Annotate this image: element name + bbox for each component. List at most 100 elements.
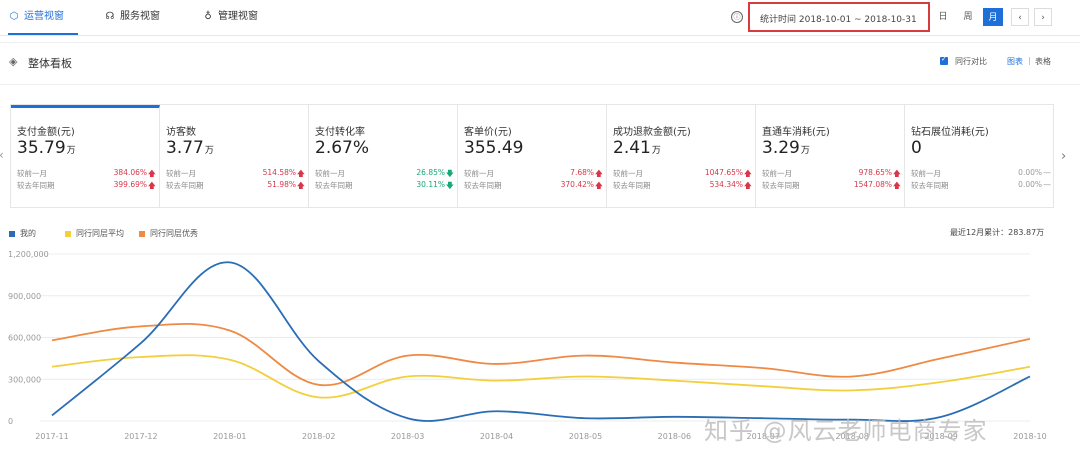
carousel-right-icon[interactable]: › — [1061, 149, 1066, 164]
x-tick-label: 2018-01 — [213, 432, 246, 441]
x-tick-label: 2018-03 — [391, 432, 424, 441]
tab-service[interactable]: ☊ 服务视窗 — [104, 0, 184, 33]
metric-label: 支付金额(元) — [17, 127, 75, 138]
section-title: 整体看板 — [28, 57, 72, 70]
series-line-0[interactable] — [51, 261, 1031, 422]
key-icon: ♁ — [204, 11, 212, 22]
info-icon[interactable]: ⓘ — [731, 11, 743, 23]
compare-label[interactable]: 同行对比 — [955, 56, 987, 67]
metric-label: 钻石展位消耗(元) — [911, 127, 989, 138]
compare-prev-label: 较前一月 — [762, 169, 792, 178]
legend-swatch — [65, 230, 71, 237]
compare-prev-value: 384.06% — [113, 168, 147, 177]
x-tick-label: 2017-12 — [124, 432, 157, 441]
y-tick-label: 0 — [8, 417, 13, 426]
metric-card[interactable]: 支付金额(元) 35.79万 较前一月 384.06% 🡅 较去年同期 399.69% 🡅 — [11, 105, 160, 207]
metric-label: 支付转化率 — [315, 127, 365, 138]
legend-item-mine[interactable]: 我的 — [9, 228, 36, 239]
headset-icon: ☊ — [105, 11, 115, 22]
metric-label: 客单价(元) — [464, 127, 512, 138]
compare-checkbox[interactable] — [940, 55, 948, 65]
metric-value: 2.67% — [315, 138, 370, 158]
view-chart-link[interactable]: 图表 — [1007, 56, 1023, 67]
metric-value: 3.77万 — [166, 138, 214, 158]
divider — [0, 84, 1080, 85]
trend-flat-icon: — — [1043, 168, 1051, 177]
x-tick-label: 2018-10 — [1013, 432, 1046, 441]
tab-management[interactable]: ♁ 管理视窗 — [202, 0, 282, 33]
metric-number: 2.41 — [613, 138, 651, 158]
trend-down-icon: 🡇 — [445, 181, 454, 190]
legend-label: 同行同层平均 — [76, 229, 124, 238]
compare-prev-value: 1047.65% — [704, 168, 743, 177]
compare-prev-value: 26.85% — [416, 168, 445, 177]
metric-value: 0 — [911, 138, 923, 158]
metric-card[interactable]: 客单价(元) 355.49 较前一月 7.68% 🡅 较去年同期 370.42% 🡅 — [458, 105, 607, 207]
metric-number: 3.29 — [762, 138, 800, 158]
metric-label: 成功退款金额(元) — [613, 127, 691, 138]
compare-yoy-label: 较去年同期 — [17, 181, 55, 190]
carousel-left-icon[interactable]: ‹ — [0, 148, 4, 162]
period-prev-button[interactable]: ‹ — [1011, 8, 1029, 26]
x-tick-label: 2018-02 — [302, 432, 335, 441]
legend-label: 同行同层优秀 — [150, 229, 198, 238]
trend-up-icon: 🡅 — [743, 181, 752, 190]
x-tick-label: 2018-04 — [480, 432, 513, 441]
compare-prev-value: 978.65% — [858, 168, 892, 177]
hexagon-icon: ⬡ — [9, 11, 19, 22]
metric-number: 0 — [911, 138, 922, 158]
compare-yoy-value: 0.00% — [1018, 180, 1042, 189]
trend-flat-icon: — — [1043, 180, 1051, 189]
legend-swatch — [9, 230, 15, 237]
series-line-2[interactable] — [51, 322, 1031, 387]
period-text[interactable]: 统计时间 2018-10-01 ~ 2018-10-31 — [760, 12, 917, 25]
metric-card[interactable]: 钻石展位消耗(元) 0 较前一月 0.00% — 较去年同期 0.00% — — [905, 105, 1054, 207]
metric-unit: 万 — [800, 146, 810, 156]
compare-prev-label: 较前一月 — [911, 169, 941, 178]
metric-unit: 万 — [651, 146, 661, 156]
legend-item-average[interactable]: 同行同层平均 — [65, 228, 124, 239]
trend-up-icon: 🡅 — [594, 181, 603, 190]
view-table-link[interactable]: 表格 — [1035, 56, 1051, 67]
series-line-1[interactable] — [51, 354, 1031, 399]
legend-swatch — [139, 230, 145, 237]
compare-yoy-label: 较去年同期 — [166, 181, 204, 190]
metric-card[interactable]: 支付转化率 2.67% 较前一月 26.85% 🡇 较去年同期 30.11% 🡇 — [309, 105, 458, 207]
x-tick-label: 2018-05 — [569, 432, 602, 441]
metric-value: 2.41万 — [613, 138, 661, 158]
compare-yoy-value: 534.34% — [709, 180, 743, 189]
compare-yoy-value: 1547.08% — [853, 180, 892, 189]
period-day-button[interactable]: 日 — [934, 8, 952, 26]
compare-prev-label: 较前一月 — [464, 169, 494, 178]
metric-number: 2.67% — [315, 138, 370, 158]
tab-operations[interactable]: ⬡ 运营视窗 — [8, 0, 78, 35]
period-week-button[interactable]: 周 — [957, 8, 979, 26]
period-month-button[interactable]: 月 — [983, 8, 1003, 26]
metric-unit: 万 — [204, 146, 214, 156]
compare-prev-value: 0.00% — [1018, 168, 1042, 177]
compare-yoy-label: 较去年同期 — [613, 181, 651, 190]
compare-prev-value: 514.58% — [262, 168, 296, 177]
legend-label: 我的 — [20, 229, 36, 238]
y-tick-label: 1,200,000 — [8, 250, 49, 259]
top-nav-bar: ⬡ 运营视窗 ☊ 服务视窗 ♁ 管理视窗 ⓘ 统计时间 2018-10-01 ~ 20… — [0, 0, 1080, 36]
tab-management-label: 管理视窗 — [218, 11, 258, 22]
metric-card[interactable]: 访客数 3.77万 较前一月 514.58% 🡅 较去年同期 51.98% 🡅 — [160, 105, 309, 207]
legend-item-excellent[interactable]: 同行同层优秀 — [139, 228, 198, 239]
y-tick-label: 300,000 — [8, 375, 41, 384]
metric-value: 355.49 — [464, 138, 524, 158]
metrics-panel: 支付金额(元) 35.79万 较前一月 384.06% 🡅 较去年同期 399.69% 🡅 访客… — [10, 104, 1054, 208]
compare-yoy-value: 370.42% — [560, 180, 594, 189]
period-next-button[interactable]: › — [1034, 8, 1052, 26]
tab-service-label: 服务视窗 — [120, 11, 160, 22]
metric-label: 访客数 — [166, 127, 196, 138]
compare-prev-label: 较前一月 — [166, 169, 196, 178]
metric-card[interactable]: 成功退款金额(元) 2.41万 较前一月 1047.65% 🡅 较去年同期 534.34% 🡅 — [607, 105, 756, 207]
compare-prev-label: 较前一月 — [315, 169, 345, 178]
trend-up-icon: 🡅 — [147, 181, 156, 190]
metric-card[interactable]: 直通车消耗(元) 3.29万 较前一月 978.65% 🡅 较去年同期 1547.08% 🡅 — [756, 105, 905, 207]
compare-yoy-label: 较去年同期 — [911, 181, 949, 190]
y-tick-label: 600,000 — [8, 334, 41, 343]
annual-sum-text: 最近12月累计：283.87万 — [950, 228, 1045, 237]
y-tick-label: 900,000 — [8, 292, 41, 301]
